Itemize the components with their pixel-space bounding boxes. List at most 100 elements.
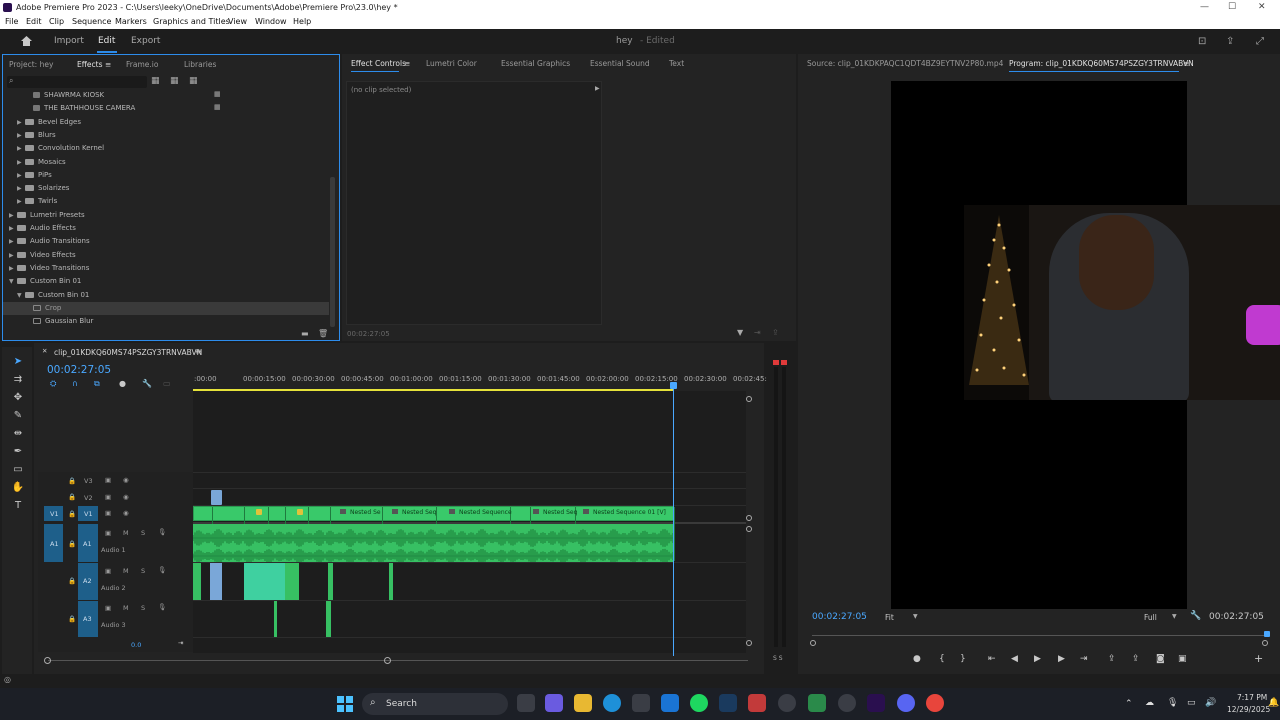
- tab-program[interactable]: Program: clip_01KDKQ60MS74PSZGY3TRNVABVN: [1009, 59, 1194, 68]
- mute-button[interactable]: M: [123, 529, 129, 537]
- mute-button[interactable]: M: [123, 604, 129, 612]
- effects-tree-item[interactable]: ▶ Bevel Edges: [3, 116, 329, 129]
- yuv-effects-icon[interactable]: ▦: [189, 76, 198, 86]
- a2-audio-clip[interactable]: [328, 563, 333, 600]
- ripple-edit-tool-icon[interactable]: ✥: [11, 392, 25, 404]
- volume-icon[interactable]: 🔊: [1205, 698, 1216, 708]
- lift-icon[interactable]: ⇪: [1108, 654, 1116, 664]
- eye-icon[interactable]: ◉: [123, 493, 129, 501]
- clock-time[interactable]: 7:17 PM: [1237, 693, 1267, 702]
- chevron-right-icon[interactable]: ▶: [17, 185, 25, 192]
- lock-icon[interactable]: 🔒: [68, 577, 76, 585]
- solo-button[interactable]: S: [141, 529, 145, 537]
- taskbar-search[interactable]: ⌕ Search: [362, 693, 508, 715]
- comparison-view-icon[interactable]: ▣: [1178, 654, 1187, 664]
- tab-effect-controls[interactable]: Effect Controls: [351, 59, 406, 68]
- close-icon[interactable]: ✕: [1258, 2, 1266, 12]
- chevron-down-icon[interactable]: ▼: [9, 278, 17, 285]
- mix-value[interactable]: 0.0: [131, 641, 141, 649]
- effects-tree-item[interactable]: ▶ Mosaics: [3, 156, 329, 169]
- tab-frameio[interactable]: Frame.io: [126, 60, 158, 69]
- microphone-icon[interactable]: 🎙: [1167, 698, 1178, 708]
- maximize-icon[interactable]: ☐: [1228, 2, 1236, 12]
- linked-selection-icon[interactable]: ⧉: [94, 379, 100, 389]
- effects-tree-item[interactable]: ▶ Convolution Kernel: [3, 142, 329, 155]
- notification-icon[interactable]: 🔔: [1268, 698, 1279, 708]
- microphone-icon[interactable]: 🎙: [158, 528, 166, 536]
- lock-icon[interactable]: 🔒: [68, 477, 76, 485]
- effect-controls-menu-icon[interactable]: ≡: [404, 59, 410, 68]
- zoom-select[interactable]: Fit: [885, 613, 894, 622]
- export-frame-icon[interactable]: ◙: [1156, 654, 1165, 664]
- expand-arrow-icon[interactable]: ▶: [595, 85, 600, 92]
- zoom-handle-left[interactable]: [810, 640, 816, 646]
- tab-effects[interactable]: Effects: [77, 60, 103, 69]
- a3-audio-clip[interactable]: [326, 601, 331, 637]
- pen-tool-icon[interactable]: ✒: [11, 446, 25, 458]
- timeline-settings-icon[interactable]: 🔧: [142, 379, 152, 388]
- tab-libraries[interactable]: Libraries: [184, 60, 216, 69]
- v2-clip[interactable]: [211, 490, 222, 505]
- app-icon[interactable]: [778, 694, 796, 712]
- nest-icon[interactable]: ⛭: [50, 379, 56, 389]
- meter-solo-label[interactable]: S S: [773, 655, 783, 662]
- solo-button[interactable]: S: [141, 604, 145, 612]
- edge-icon[interactable]: [603, 694, 621, 712]
- close-sequence-icon[interactable]: ✕: [42, 347, 47, 355]
- effects-tree-item[interactable]: ▶ Video Transitions: [3, 262, 329, 275]
- chevron-right-icon[interactable]: ▶: [17, 145, 25, 152]
- add-marker-icon[interactable]: ●: [119, 379, 126, 388]
- effects-tree-item[interactable]: ▶ Twirls: [3, 195, 329, 208]
- home-icon[interactable]: [20, 35, 33, 47]
- go-to-end-icon[interactable]: ⇥: [178, 639, 183, 647]
- hand-tool-icon[interactable]: ✋: [11, 482, 25, 494]
- menu-help[interactable]: Help: [293, 17, 311, 26]
- step-back-icon[interactable]: ◀: [1011, 654, 1018, 664]
- windows-start-icon[interactable]: [337, 696, 353, 712]
- tab-project[interactable]: Project: hey: [9, 60, 53, 69]
- menu-window[interactable]: Window: [255, 17, 287, 26]
- store-icon[interactable]: [632, 694, 650, 712]
- razor-tool-icon[interactable]: ✎: [11, 410, 25, 422]
- 32bit-effects-icon[interactable]: ▦: [170, 76, 179, 86]
- workspaces-icon[interactable]: ⊡: [1198, 36, 1206, 47]
- chevron-right-icon[interactable]: ▶: [9, 212, 17, 219]
- lock-icon[interactable]: 🔒: [68, 510, 76, 518]
- tab-source[interactable]: Source: clip_01KDKPAQC1QDT4BZ9EYTNV2P80.…: [807, 59, 1003, 68]
- sync-lock-icon[interactable]: ▣: [105, 509, 111, 517]
- a2-audio-clip[interactable]: [389, 563, 393, 600]
- tab-essential-sound[interactable]: Essential Sound: [590, 59, 650, 68]
- a3-audio-clip[interactable]: [274, 601, 277, 637]
- lock-icon[interactable]: 🔒: [68, 615, 76, 623]
- timeline-timecode[interactable]: 00:02:27:05: [47, 364, 111, 376]
- menu-markers[interactable]: Markers: [115, 17, 147, 26]
- tab-import[interactable]: Import: [54, 36, 84, 46]
- chevron-right-icon[interactable]: ▶: [17, 159, 25, 166]
- eye-icon[interactable]: ◉: [123, 476, 129, 484]
- captions-icon[interactable]: ▭: [163, 379, 171, 388]
- tab-export[interactable]: Export: [131, 36, 160, 46]
- solo-button[interactable]: S: [141, 567, 145, 575]
- chevron-right-icon[interactable]: ▶: [9, 225, 17, 232]
- sync-lock-icon[interactable]: ▣: [105, 529, 111, 537]
- menu-clip[interactable]: Clip: [49, 17, 64, 26]
- a1-audio-clip[interactable]: [193, 524, 674, 562]
- menu-graphics-titles[interactable]: Graphics and Titles: [153, 17, 230, 26]
- play-icon[interactable]: ▶: [1034, 654, 1041, 664]
- sync-lock-icon[interactable]: ▣: [105, 567, 111, 575]
- effects-tree-item[interactable]: THE BATHHOUSE CAMERA ▦: [3, 102, 329, 115]
- chevron-right-icon[interactable]: ▶: [17, 198, 25, 205]
- vertical-scroll-handle[interactable]: [746, 526, 752, 532]
- clock-date[interactable]: 12/29/2025: [1227, 705, 1270, 714]
- mark-in-icon[interactable]: {: [939, 654, 945, 664]
- menu-view[interactable]: View: [228, 17, 247, 26]
- chevron-down-icon[interactable]: ▼: [17, 292, 25, 299]
- fl-studio-icon[interactable]: [748, 694, 766, 712]
- effects-tree-item[interactable]: ▼ Custom Bin 01: [3, 275, 329, 288]
- eye-icon[interactable]: ◉: [123, 509, 129, 517]
- lock-icon[interactable]: 🔒: [68, 540, 76, 548]
- outlook-icon[interactable]: [661, 694, 679, 712]
- vertical-scroll-handle[interactable]: [746, 396, 752, 402]
- clip-boundary[interactable]: [674, 507, 675, 561]
- add-marker-icon[interactable]: ●: [913, 654, 921, 664]
